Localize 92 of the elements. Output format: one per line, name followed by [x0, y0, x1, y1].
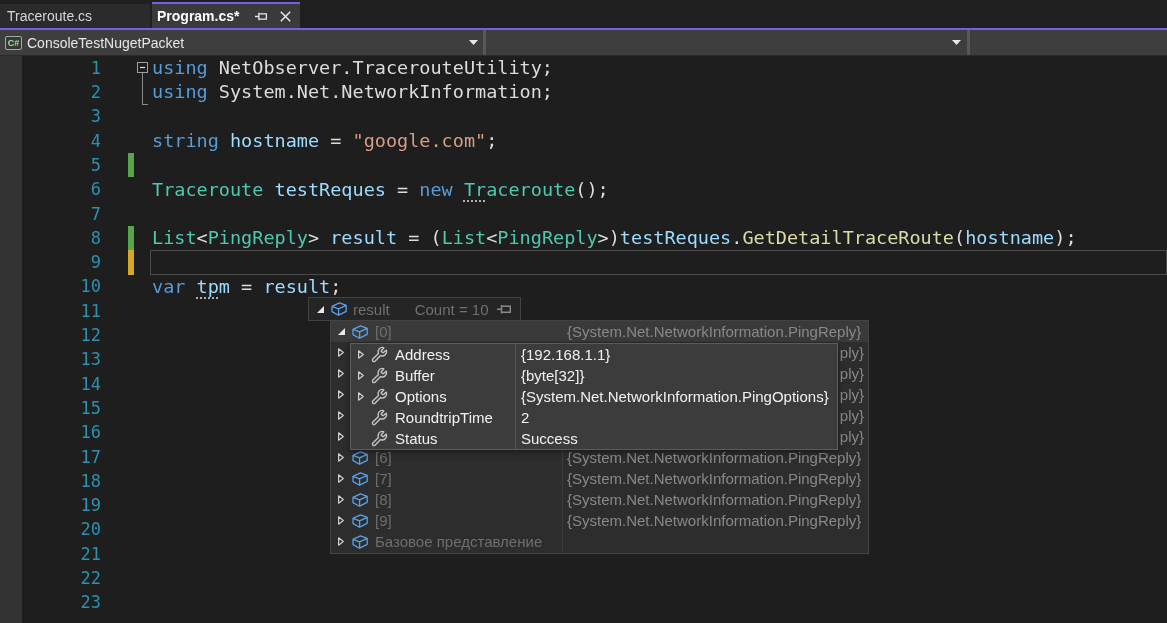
variable-name: result: [353, 300, 390, 318]
expander-arrow-icon[interactable]: [338, 453, 344, 462]
line-number: 6: [90, 180, 101, 199]
language-badge: C#: [5, 35, 22, 50]
line-number: 12: [80, 326, 101, 345]
collapse-icon[interactable]: [137, 62, 148, 73]
code-line: string hostname = "google.com";: [152, 129, 498, 153]
line-number: 15: [80, 398, 101, 418]
property-name: Options: [395, 388, 447, 405]
pin-icon[interactable]: [496, 303, 511, 315]
caret-icon: [469, 40, 478, 45]
dropdown[interactable]: C# ConsoleTestNugetPacket: [0, 30, 483, 55]
close-icon[interactable]: [280, 10, 291, 22]
cube-icon: [352, 324, 368, 339]
item-value: {System.Net.NetworkInformation.PingReply}: [567, 470, 862, 487]
item-name: Базовое представление: [375, 533, 543, 550]
code-line: using NetObserver.TracerouteUtility;: [152, 57, 553, 80]
code-line: List<PingReply> result = (List<PingReply>)testReques.GetDetailTraceRoute(hostname);: [152, 227, 1077, 250]
line-number: 20: [80, 520, 101, 540]
line-number: 5: [90, 156, 101, 175]
expander-arrow-icon[interactable]: [338, 348, 344, 357]
property-value: {192.168.1.1}: [521, 346, 611, 363]
code-line: var tpm = result;: [152, 275, 342, 298]
property-value: {System.Net.NetworkInformation.PingOptions}: [521, 388, 829, 405]
code-line: Traceroute testReques = new Traceroute();: [152, 178, 609, 201]
line-number: 10: [80, 277, 101, 297]
wrench-icon: [371, 430, 388, 447]
line-number: 1: [90, 58, 101, 78]
line-number: 22: [80, 569, 101, 588]
expander-arrow-icon[interactable]: [338, 432, 344, 441]
expander-arrow-icon[interactable]: [338, 495, 344, 504]
property-name: Status: [395, 430, 438, 447]
code-line: using System.Net.NetworkInformation;: [152, 81, 553, 104]
property-value: 2: [521, 409, 530, 426]
line-number: 16: [80, 423, 101, 442]
cube-icon: [331, 302, 347, 316]
item-name: [8]: [375, 491, 392, 508]
line-number: 18: [80, 471, 101, 491]
line-number: 8: [90, 228, 101, 248]
item-name: [6]: [375, 449, 392, 466]
property-value: {byte[32]}: [521, 367, 585, 384]
wrench-icon: [371, 409, 388, 426]
property-name: Address: [395, 346, 451, 363]
item-value: ply}: [839, 344, 864, 361]
tab[interactable]: Traceroute.cs: [0, 4, 150, 28]
wrench-icon: [371, 367, 388, 384]
expander-arrow-icon[interactable]: [358, 392, 364, 401]
tab[interactable]: Program.cs*: [152, 2, 300, 28]
item-value: ply}: [839, 386, 864, 403]
cube-icon: [352, 534, 368, 549]
item-value: {System.Net.NetworkInformation.PingReply}: [567, 449, 862, 466]
expander-arrow-icon[interactable]: [338, 390, 344, 399]
cube-icon: [352, 471, 368, 486]
expander-arrow-icon[interactable]: [358, 371, 364, 380]
line-number: 21: [80, 544, 101, 564]
expanded-arrow-icon[interactable]: [316, 305, 324, 313]
wrench-icon: [371, 346, 388, 363]
item-value: ply}: [839, 428, 864, 445]
property-value: Success: [521, 430, 578, 447]
property-name: RoundtripTime: [395, 409, 493, 426]
item-name: [7]: [375, 470, 392, 487]
property-name: Buffer: [395, 367, 435, 384]
line-number: 13: [80, 350, 101, 370]
variable-value: Count = 10: [414, 300, 489, 318]
item-value: {System.Net.NetworkInformation.PingReply}: [567, 491, 862, 508]
item-value: {System.Net.NetworkInformation.PingReply}: [567, 512, 862, 529]
expander-arrow-icon[interactable]: [338, 474, 344, 483]
line-number: 17: [80, 447, 101, 467]
expander-arrow-icon[interactable]: [338, 369, 344, 378]
caret-icon: [952, 40, 961, 45]
item-value: {System.Net.NetworkInformation.PingReply}: [567, 323, 862, 340]
line-number: 23: [80, 593, 101, 612]
expanded-arrow-icon[interactable]: [337, 328, 345, 335]
item-value: ply}: [839, 407, 864, 424]
line-number: 7: [90, 204, 101, 224]
line-number: 14: [80, 374, 101, 394]
expander-arrow-icon[interactable]: [358, 350, 364, 359]
item-name: [9]: [375, 512, 392, 529]
line-number: 4: [90, 131, 101, 151]
line-number: 19: [80, 496, 101, 515]
cube-icon: [352, 492, 368, 507]
expander-arrow-icon[interactable]: [338, 411, 344, 420]
cube-icon: [352, 450, 368, 465]
wrench-icon: [371, 388, 388, 405]
line-number: 2: [90, 83, 101, 102]
expander-arrow-icon[interactable]: [338, 516, 344, 525]
line-number: 3: [90, 107, 101, 127]
line-number: 9: [90, 253, 101, 272]
item-value: ply}: [839, 365, 864, 382]
cube-icon: [352, 513, 368, 528]
expander-arrow-icon[interactable]: [338, 537, 344, 546]
line-number: 11: [80, 301, 101, 321]
